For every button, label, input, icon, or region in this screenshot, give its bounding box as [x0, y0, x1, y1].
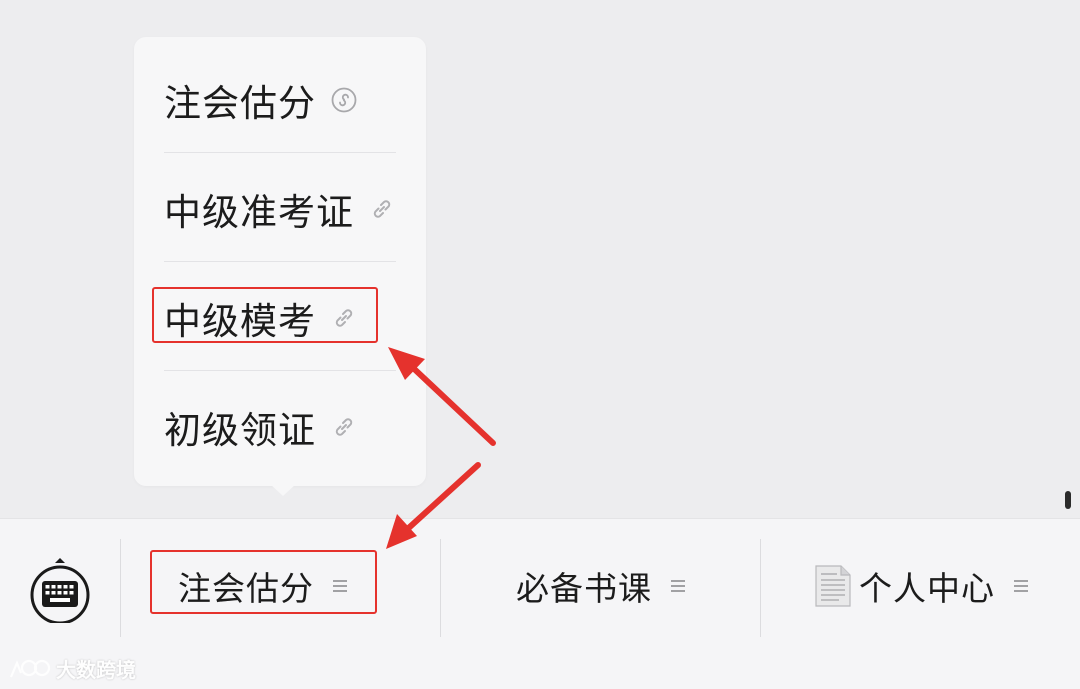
menu-item-intermediate-mock-exam[interactable]: 中级模考	[164, 263, 396, 372]
miniprogram-icon	[330, 86, 358, 114]
bar-divider	[760, 539, 761, 637]
menu-item-junior-certificate[interactable]: 初级领证	[164, 372, 396, 481]
link-icon	[368, 195, 396, 223]
menu-item-label: 注会估分	[164, 81, 316, 125]
menu-item-label: 初级领证	[164, 408, 316, 452]
tab-label: 个人中心	[859, 569, 995, 608]
tab-cpa-estimate[interactable]: 注会估分	[150, 553, 376, 619]
bar-divider	[440, 539, 441, 637]
menu-lines-icon	[1013, 578, 1029, 594]
menu-lines-icon	[670, 578, 686, 594]
bar-divider	[120, 539, 121, 637]
scrollbar-thumb[interactable]	[1065, 491, 1071, 509]
document-icon	[813, 564, 853, 608]
popup-pointer	[270, 484, 296, 496]
menu-item-cpa-estimate[interactable]: 注会估分	[164, 45, 396, 154]
submenu-popup: 注会估分 中级准考证 中级模考 初级领证	[134, 37, 426, 486]
menu-divider	[164, 261, 396, 262]
watermark-logo-icon	[9, 659, 51, 677]
watermark: 大数跨境	[8, 654, 136, 683]
tab-personal-center[interactable]: 个人中心	[790, 553, 1052, 619]
watermark-text: 大数跨境	[56, 658, 136, 682]
tab-label: 注会估分	[178, 569, 314, 608]
menu-divider	[164, 152, 396, 153]
link-icon	[330, 413, 358, 441]
keyboard-icon	[29, 558, 91, 627]
menu-lines-icon	[332, 578, 348, 594]
menu-item-label: 中级准考证	[164, 190, 354, 234]
menu-item-intermediate-admission[interactable]: 中级准考证	[164, 154, 396, 263]
tab-label: 必备书课	[516, 569, 652, 608]
menu-item-label: 中级模考	[164, 299, 316, 343]
menu-divider	[164, 370, 396, 371]
tab-essential-courses[interactable]: 必备书课	[470, 553, 732, 619]
keyboard-toggle-button[interactable]	[29, 557, 91, 625]
link-icon	[330, 304, 358, 332]
bottom-menu-bar: 注会估分 必备书课 个人中心	[0, 518, 1080, 689]
